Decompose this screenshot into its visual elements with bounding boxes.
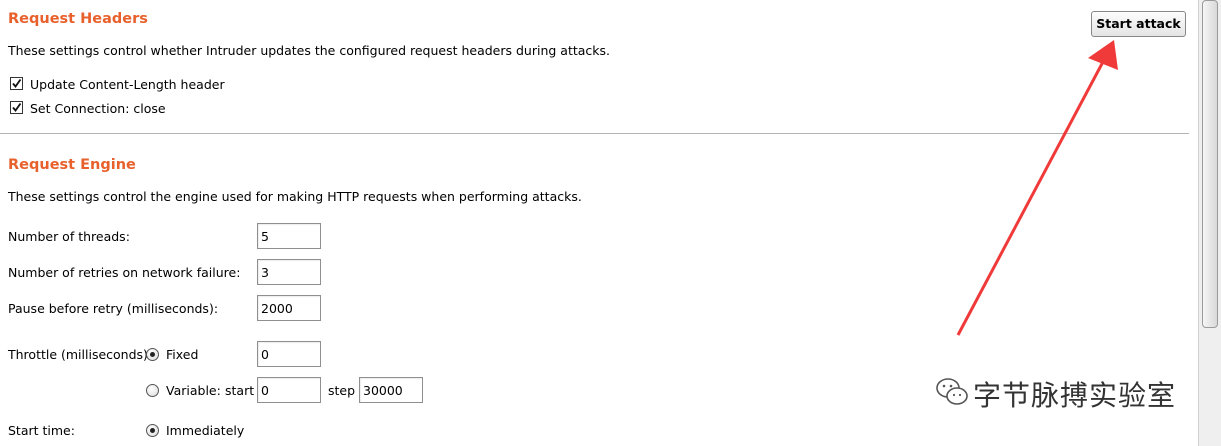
- checkbox-checked-icon[interactable]: [10, 77, 23, 90]
- pause-label: Pause before retry (milliseconds):: [8, 301, 219, 316]
- threads-label: Number of threads:: [8, 229, 130, 244]
- wechat-icon: [936, 378, 968, 405]
- update-content-length-label: Update Content-Length header: [30, 77, 225, 92]
- annotation-arrow-icon: [956, 40, 1118, 336]
- checkbox-checked-icon[interactable]: [10, 101, 23, 114]
- start-time-label: Start time:: [8, 423, 75, 438]
- throttle-fixed-radio[interactable]: [146, 348, 159, 361]
- throttle-variable-label: Variable:: [166, 383, 221, 398]
- throttle-fixed-label: Fixed: [166, 347, 199, 362]
- variable-step-input[interactable]: [359, 377, 423, 403]
- watermark-text: 字节脉搏实验室: [973, 379, 1177, 412]
- update-content-length-checkbox[interactable]: [10, 77, 23, 93]
- set-connection-close-checkbox[interactable]: [10, 101, 23, 117]
- throttle-fixed-input[interactable]: [257, 341, 321, 367]
- retries-label: Number of retries on network failure:: [8, 265, 241, 280]
- start-time-immediately-label: Immediately: [166, 423, 245, 438]
- request-headers-title: Request Headers: [8, 11, 148, 27]
- throttle-variable-radio[interactable]: [146, 384, 159, 397]
- vertical-scrollbar[interactable]: [1198, 0, 1221, 446]
- throttle-label: Throttle (milliseconds):: [8, 347, 153, 362]
- radio-selected-icon: [150, 428, 155, 433]
- variable-step-label: step: [328, 383, 356, 398]
- variable-start-label: start: [225, 383, 255, 398]
- request-engine-description: These settings control the engine used f…: [8, 189, 582, 204]
- variable-start-input[interactable]: [257, 377, 321, 403]
- request-headers-description: These settings control whether Intruder …: [8, 43, 611, 58]
- retries-input[interactable]: [257, 259, 321, 285]
- threads-input[interactable]: [257, 223, 321, 249]
- start-time-immediately-radio[interactable]: [146, 424, 159, 437]
- request-engine-title: Request Engine: [8, 157, 136, 173]
- set-connection-close-label: Set Connection: close: [30, 101, 166, 116]
- radio-selected-icon: [150, 352, 155, 357]
- pause-input[interactable]: [257, 295, 321, 321]
- scrollbar-thumb[interactable]: [1202, 0, 1218, 328]
